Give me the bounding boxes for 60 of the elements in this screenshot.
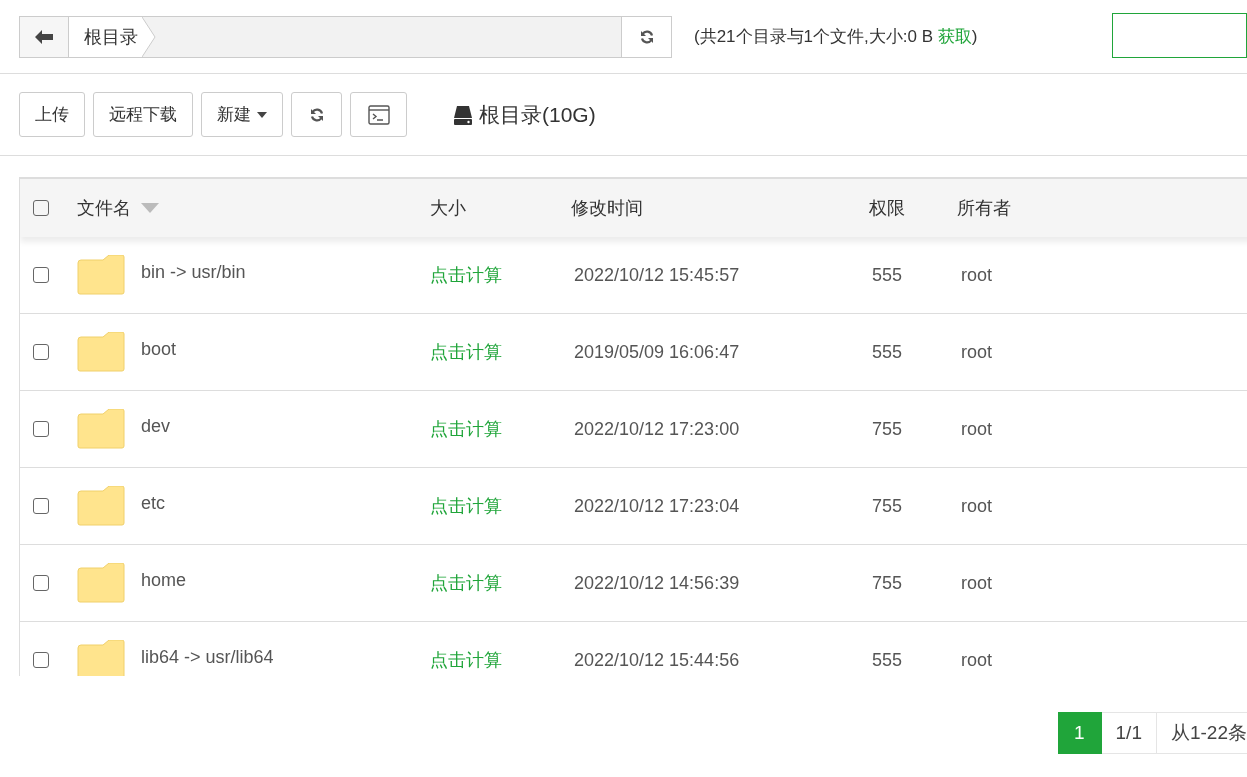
table-cell: 2022/10/12 17:23:00 xyxy=(574,418,740,439)
terminal-button[interactable] xyxy=(350,92,407,137)
checkbox[interactable] xyxy=(33,267,49,283)
file-name[interactable]: boot xyxy=(141,338,177,360)
folder-icon xyxy=(77,409,125,449)
checkbox[interactable] xyxy=(33,344,49,360)
terminal-icon xyxy=(367,104,390,125)
column-header[interactable]: 大小 xyxy=(430,198,466,218)
checkbox[interactable] xyxy=(33,498,49,514)
directory-summary: (共21个目录与1个文件,大小:0 B 获取) xyxy=(694,26,978,48)
table-cell: root xyxy=(961,649,993,670)
back-arrow-icon xyxy=(35,29,53,44)
refresh-icon xyxy=(638,28,655,45)
table-cell: 2022/10/12 15:45:57 xyxy=(574,264,740,285)
table-cell: 755 xyxy=(872,418,903,439)
table-cell: root xyxy=(961,418,993,439)
column-header[interactable]: 文件名 xyxy=(77,196,131,220)
refresh-button[interactable] xyxy=(621,16,671,57)
table-cell: 755 xyxy=(872,572,903,593)
hard-drive-icon xyxy=(453,104,473,125)
refresh-button[interactable] xyxy=(291,92,342,137)
caret-icon xyxy=(257,111,267,118)
table-cell: 555 xyxy=(872,649,903,670)
table-cell: root xyxy=(961,264,993,285)
page-count: 1/1 xyxy=(1101,712,1157,754)
table-cell: 2022/10/12 14:56:39 xyxy=(574,572,740,593)
table-cell: root xyxy=(961,341,993,362)
folder-icon xyxy=(77,332,125,372)
column-header[interactable]: 修改时间 xyxy=(571,198,643,218)
disk-label: 根目录(10G) xyxy=(479,101,596,128)
file-name[interactable]: home xyxy=(141,569,187,591)
file-name[interactable]: etc xyxy=(141,492,165,514)
checkbox[interactable] xyxy=(33,421,49,437)
checkbox[interactable] xyxy=(33,575,49,591)
table-cell: 755 xyxy=(872,495,903,516)
file-name[interactable]: dev xyxy=(141,415,171,437)
table-cell: 2022/10/12 15:44:56 xyxy=(574,649,740,670)
table-cell: 2022/10/12 17:23:04 xyxy=(574,495,740,516)
toolbar-button[interactable]: 远程下载 xyxy=(93,92,193,137)
search-field[interactable] xyxy=(1112,13,1247,58)
toolbar-button[interactable]: 上传 xyxy=(19,92,85,137)
table-cell: 555 xyxy=(872,264,903,285)
table-cell: 555 xyxy=(872,341,903,362)
back-button[interactable] xyxy=(20,16,69,57)
folder-icon xyxy=(77,486,125,526)
column-header[interactable]: 权限 xyxy=(869,198,905,218)
column-header[interactable]: 所有者 xyxy=(957,198,1011,218)
checkbox[interactable] xyxy=(33,200,49,216)
file-name[interactable]: bin -> usr/bin xyxy=(141,261,246,283)
folder-icon xyxy=(77,563,125,603)
new-dropdown-button[interactable]: 新建 xyxy=(201,92,283,137)
checkbox[interactable] xyxy=(33,652,49,668)
table-cell: root xyxy=(961,572,993,593)
table-cell: 2019/05/09 16:06:47 xyxy=(574,341,740,362)
table-cell: root xyxy=(961,495,993,516)
folder-icon xyxy=(77,640,125,676)
record-range: 从1-22条 xyxy=(1156,712,1247,754)
file-name[interactable]: lib64 -> usr/lib64 xyxy=(141,646,274,668)
refresh-icon xyxy=(308,106,325,123)
folder-icon xyxy=(77,255,125,295)
